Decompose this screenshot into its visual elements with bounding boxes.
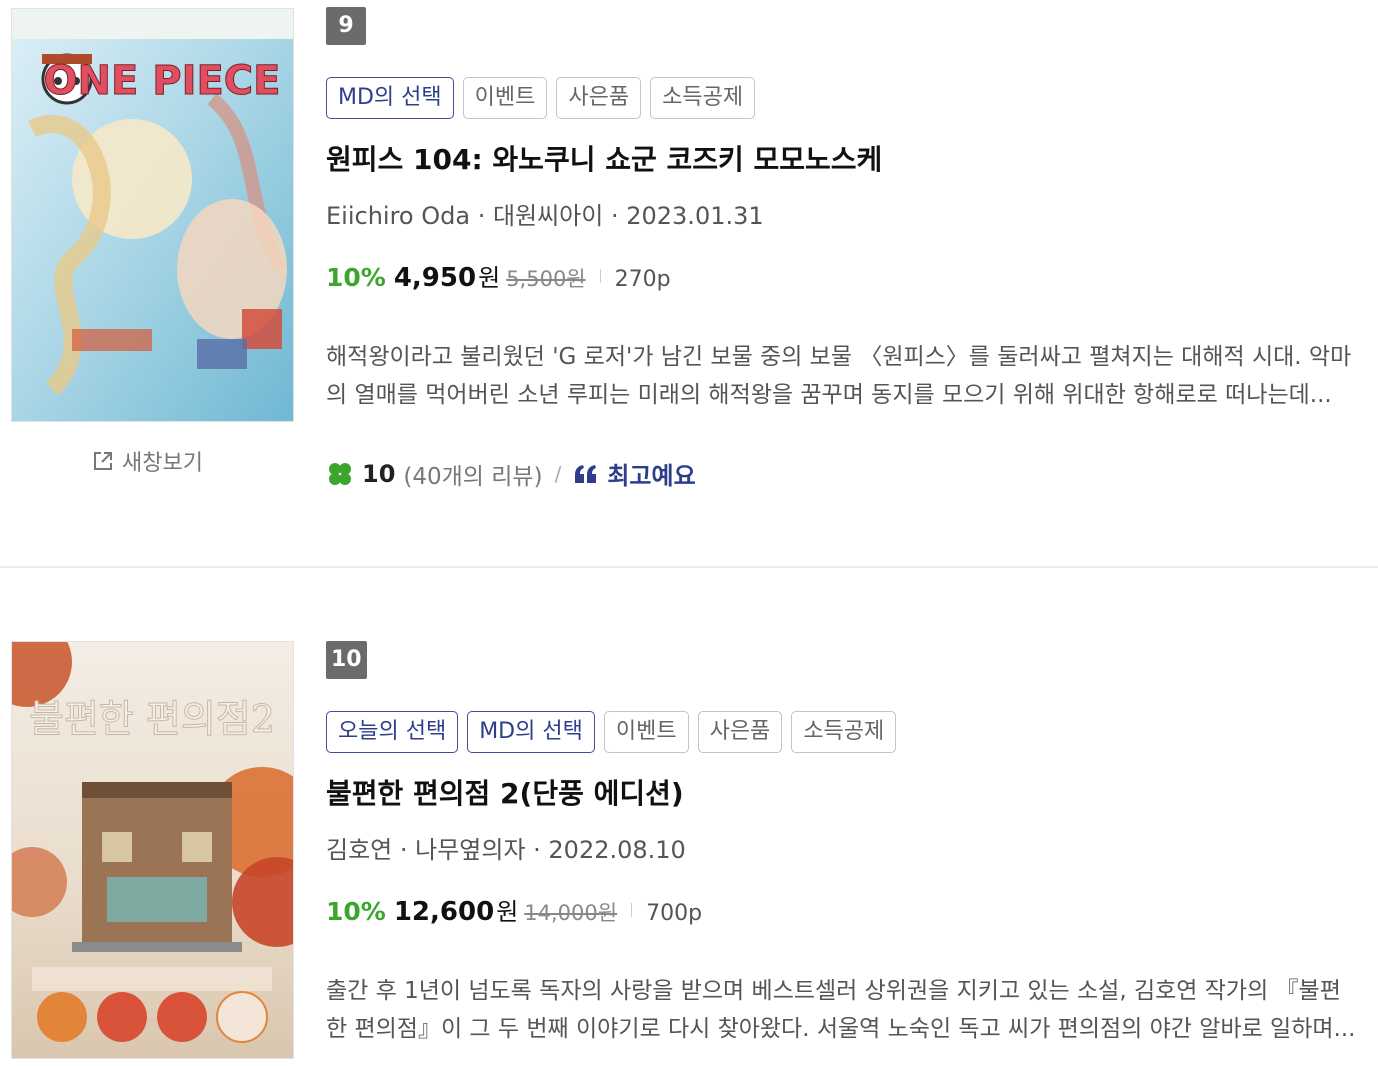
tag-md-choice[interactable]: MD의 선택 <box>326 77 454 119</box>
tag-today-choice[interactable]: 오늘의 선택 <box>326 711 459 753</box>
book-title[interactable]: 불편한 편의점 2(단풍 에디션) <box>326 772 684 812</box>
rating-score: 10 <box>362 459 396 488</box>
external-link-icon <box>94 452 112 470</box>
divider <box>599 268 601 283</box>
review-count: (40개의 리뷰) <box>403 463 543 490</box>
tag-list: MD의 선택 이벤트 사은품 소득공제 <box>326 77 756 119</box>
tag-gift[interactable]: 사은품 <box>697 711 783 753</box>
tag-tax-deduction[interactable]: 소득공제 <box>791 711 897 753</box>
cover-image: ONE PIECE <box>12 9 293 421</box>
tag-md-choice[interactable]: MD의 선택 <box>467 711 595 753</box>
clover-icon <box>329 462 351 485</box>
rank-badge: 9 <box>326 7 366 45</box>
review-tag: 최고예요 <box>607 462 696 490</box>
divider <box>631 902 633 917</box>
cover-image: 불편한 편의점2 <box>12 642 293 1058</box>
tag-list: 오늘의 선택 MD의 선택 이벤트 사은품 소득공제 <box>326 711 897 753</box>
book-item: 불편한 편의점2 10 오늘의 선택 MD의 선택 이벤트 사은품 소득공제 불… <box>0 566 1378 1066</box>
original-price: 5,500원 <box>506 267 586 291</box>
discount-rate: 10% <box>326 263 386 292</box>
book-description: 해적왕이라고 불리웠던 'G 로저'가 남긴 보물 중의 보물 〈원피스〉를 둘… <box>326 344 1352 408</box>
book-cover[interactable]: 불편한 편의점2 <box>11 641 294 1059</box>
book-cover[interactable]: ONE PIECE <box>11 8 294 422</box>
cover-title-text: 불편한 편의점2 <box>29 697 275 741</box>
book-meta: Eiichiro Oda · 대원씨아이 · 2023.01.31 <box>326 202 764 230</box>
discount-rate: 10% <box>326 897 386 926</box>
cover-title-text: ONE PIECE <box>44 58 281 104</box>
sale-price: 12,600 <box>393 897 495 927</box>
new-window-label: 새창보기 <box>122 451 203 476</box>
currency-unit: 원 <box>496 898 519 926</box>
original-price: 14,000원 <box>524 901 618 925</box>
quote-icon <box>575 464 597 483</box>
tag-gift[interactable]: 사은품 <box>556 77 642 119</box>
tag-event[interactable]: 이벤트 <box>462 77 548 119</box>
book-title[interactable]: 원피스 104: 와노쿠니 쇼군 코즈키 모모노스케 <box>326 138 882 178</box>
separator-slash: / <box>554 461 562 486</box>
currency-unit: 원 <box>478 264 501 292</box>
price-row: 10% 4,950 원 5,500원 270p <box>326 258 671 293</box>
review-row[interactable]: 10 (40개의 리뷰) / 최고예요 <box>326 456 696 491</box>
book-description: 출간 후 1년이 넘도록 독자의 사랑을 받으며 베스트셀러 상위권을 지키고 … <box>326 978 1356 1042</box>
tag-tax-deduction[interactable]: 소득공제 <box>650 77 756 119</box>
price-row: 10% 12,600 원 14,000원 700p <box>326 892 702 927</box>
rank-badge: 10 <box>326 641 367 679</box>
page-count: 700p <box>646 901 703 926</box>
book-meta: 김호연 · 나무옆의자 · 2022.08.10 <box>326 836 686 864</box>
new-window-link[interactable]: 새창보기 <box>92 446 203 476</box>
page-count: 270p <box>614 267 671 292</box>
book-item: ONE PIECE 새창보기 9 MD의 선택 이벤트 사은품 소득공제 원피스… <box>0 0 1378 566</box>
tag-event[interactable]: 이벤트 <box>603 711 689 753</box>
sale-price: 4,950 <box>393 263 477 293</box>
